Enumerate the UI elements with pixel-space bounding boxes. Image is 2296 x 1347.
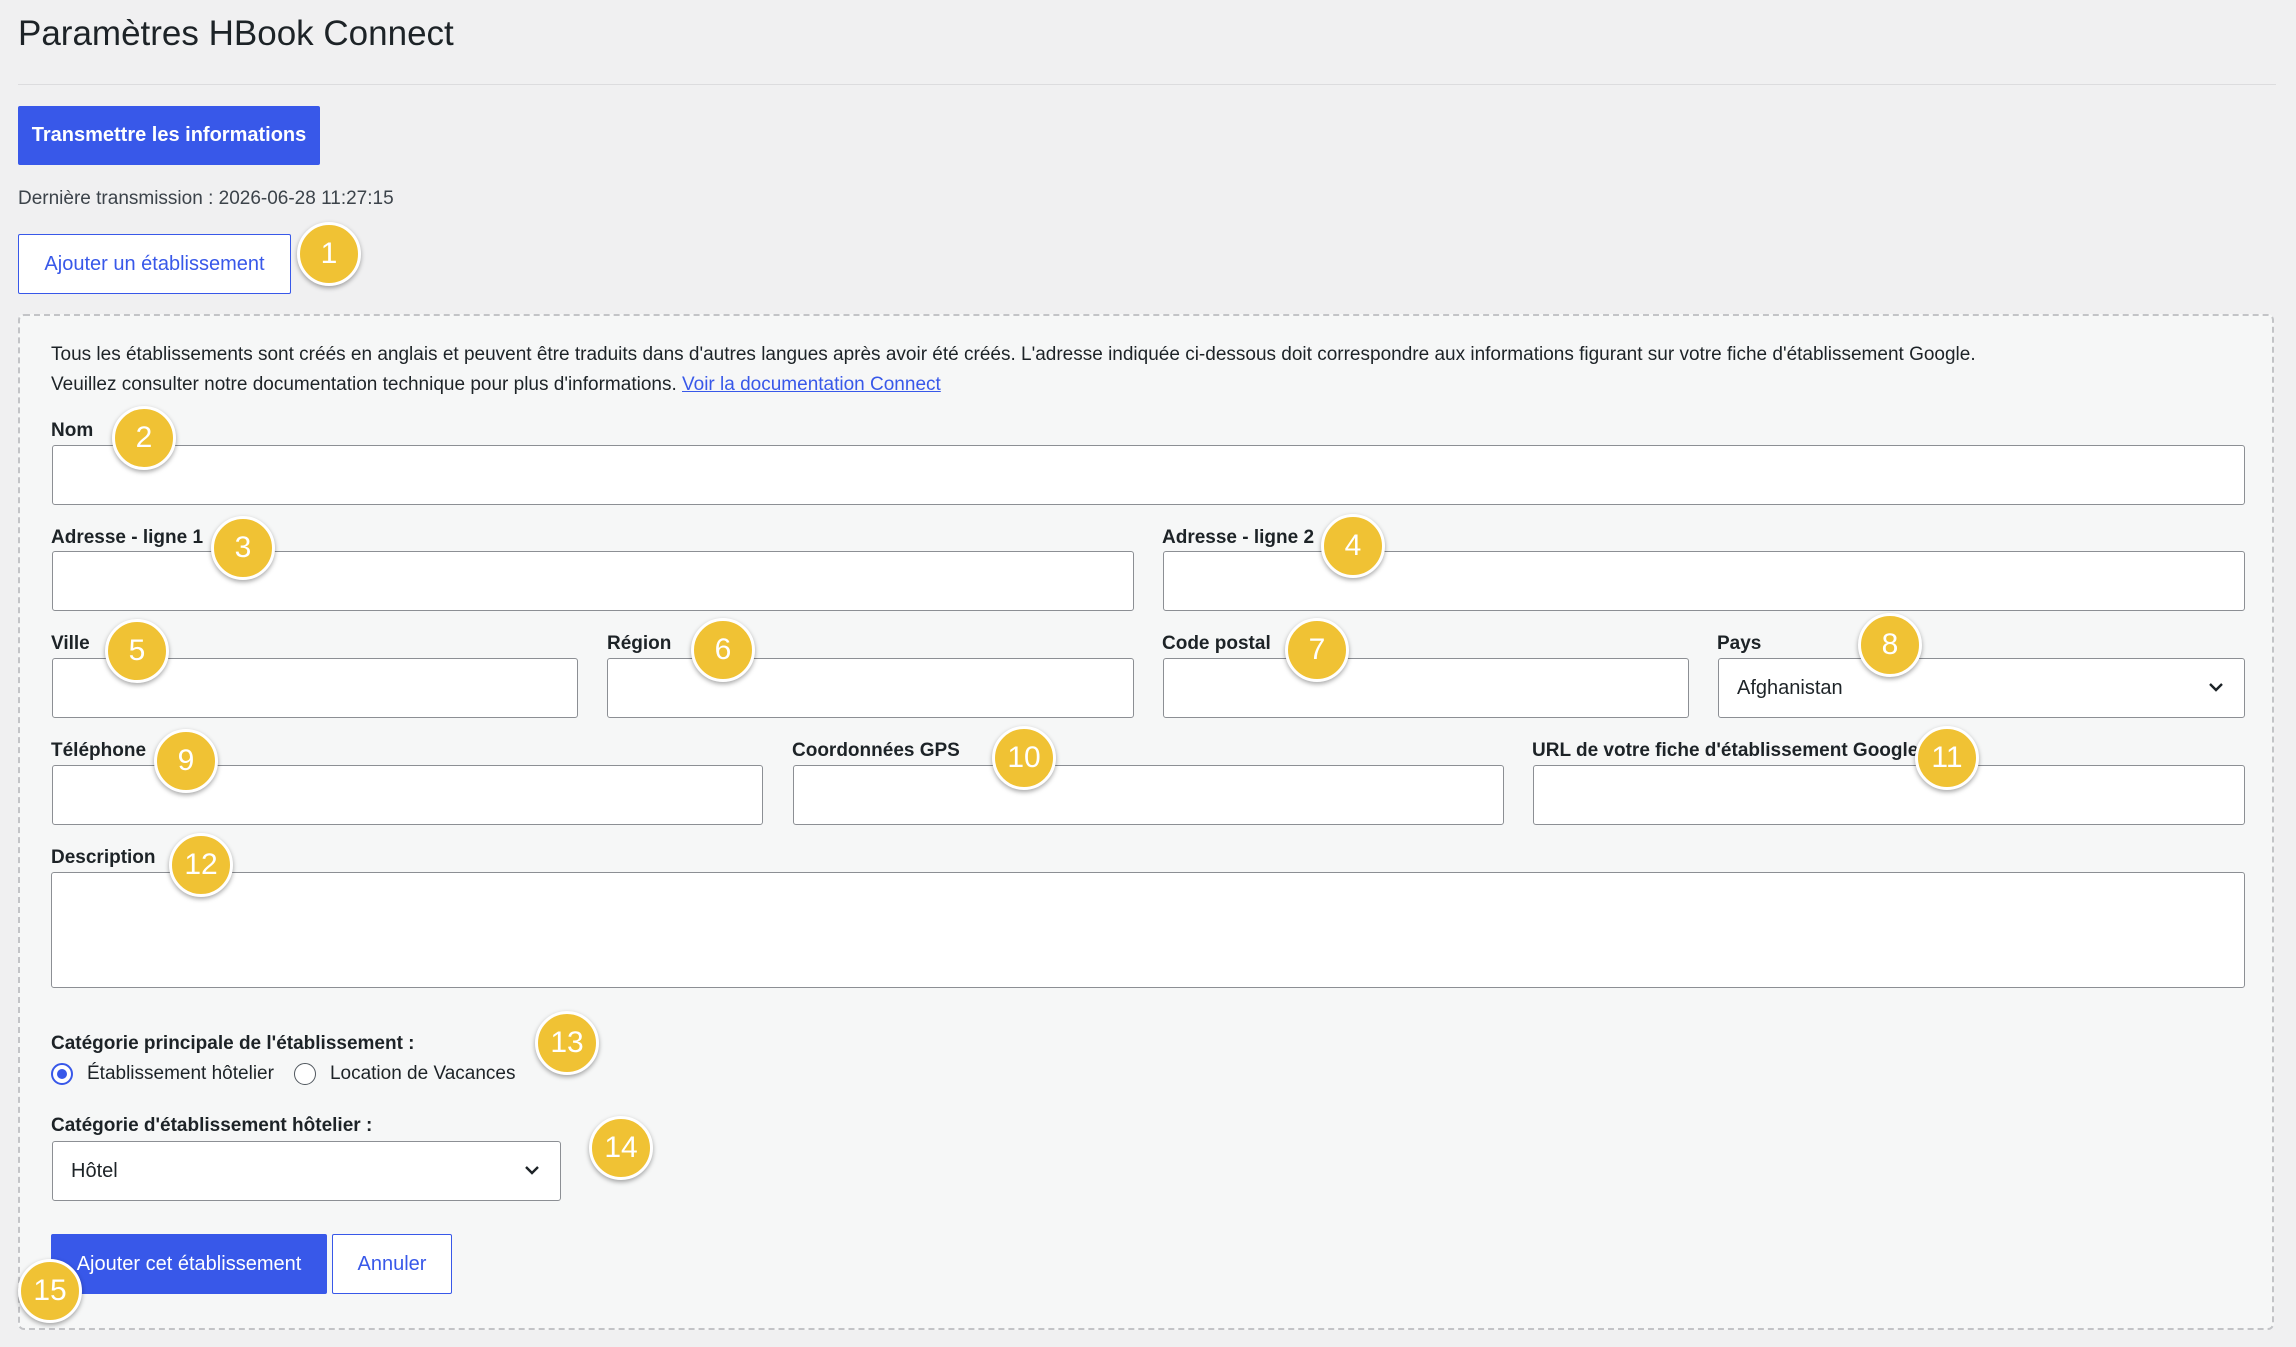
region-input[interactable] (607, 658, 1134, 718)
postal-code-input[interactable] (1163, 658, 1689, 718)
callout-badge-8: 8 (1858, 613, 1922, 677)
country-select-value: Afghanistan (1737, 676, 1843, 699)
callout-badge-7: 7 (1285, 618, 1349, 682)
callout-badge-3: 3 (211, 516, 275, 580)
documentation-link[interactable]: Voir la documentation Connect (682, 374, 941, 395)
google-url-input[interactable] (1533, 765, 2245, 825)
radio-vacation-rental-label[interactable]: Location de Vacances (330, 1063, 516, 1085)
cancel-button[interactable]: Annuler (332, 1234, 452, 1294)
description-label: Description (51, 847, 156, 868)
gps-input[interactable] (793, 765, 1504, 825)
region-label: Région (607, 633, 672, 654)
radio-hotel-label[interactable]: Établissement hôtelier (87, 1063, 274, 1085)
name-label: Nom (51, 420, 94, 441)
submit-property-button[interactable]: Ajouter cet établissement (51, 1234, 327, 1294)
callout-badge-11: 11 (1915, 726, 1979, 790)
radio-vacation-rental[interactable] (293, 1063, 316, 1085)
hotel-category-select-value: Hôtel (71, 1159, 118, 1182)
intro-line-2: Veuillez consulter notre documentation t… (51, 370, 2231, 400)
last-transmission-text: Dernière transmission : 2026-06-28 11:27… (18, 188, 394, 209)
description-textarea[interactable] (51, 872, 2245, 988)
hotel-category-label: Catégorie d'établissement hôtelier : (51, 1115, 373, 1136)
radio-hotel[interactable] (51, 1063, 73, 1085)
callout-badge-4: 4 (1321, 514, 1385, 578)
callout-badge-13: 13 (535, 1011, 599, 1075)
transmit-button[interactable]: Transmettre les informations (18, 106, 320, 165)
title-divider (18, 84, 2276, 85)
name-input[interactable] (52, 445, 2245, 505)
page-title: Paramètres HBook Connect (18, 14, 454, 53)
callout-badge-12: 12 (169, 833, 233, 897)
address2-label: Adresse - ligne 2 (1162, 527, 1315, 548)
postal-code-label: Code postal (1162, 633, 1271, 654)
hotel-category-select[interactable]: Hôtel (52, 1141, 561, 1201)
add-property-button[interactable]: Ajouter un établissement (18, 234, 291, 294)
callout-badge-1: 1 (297, 222, 361, 286)
callout-badge-14: 14 (589, 1116, 653, 1180)
google-url-label: URL de votre fiche d'établissement Googl… (1532, 740, 1919, 761)
country-label: Pays (1717, 633, 1762, 654)
city-label: Ville (51, 633, 90, 654)
phone-label: Téléphone (51, 740, 147, 761)
callout-badge-5: 5 (105, 619, 169, 683)
intro-line-2-text: Veuillez consulter notre documentation t… (51, 374, 677, 395)
callout-badge-10: 10 (992, 726, 1056, 790)
callout-badge-9: 9 (154, 729, 218, 793)
country-select[interactable]: Afghanistan (1718, 658, 2245, 718)
callout-badge-6: 6 (691, 618, 755, 682)
callout-badge-15: 15 (18, 1259, 82, 1323)
main-category-radio-group: Établissement hôtelier Location de Vacan… (51, 1063, 516, 1085)
chevron-down-icon (525, 1166, 539, 1175)
main-category-label: Catégorie principale de l'établissement … (51, 1033, 415, 1054)
form-intro: Tous les établissements sont créés en an… (51, 340, 2231, 400)
callout-badge-2: 2 (112, 406, 176, 470)
chevron-down-icon (2209, 683, 2223, 692)
address1-label: Adresse - ligne 1 (51, 527, 204, 548)
gps-label: Coordonnées GPS (792, 740, 960, 761)
intro-line-1: Tous les établissements sont créés en an… (51, 344, 1976, 365)
